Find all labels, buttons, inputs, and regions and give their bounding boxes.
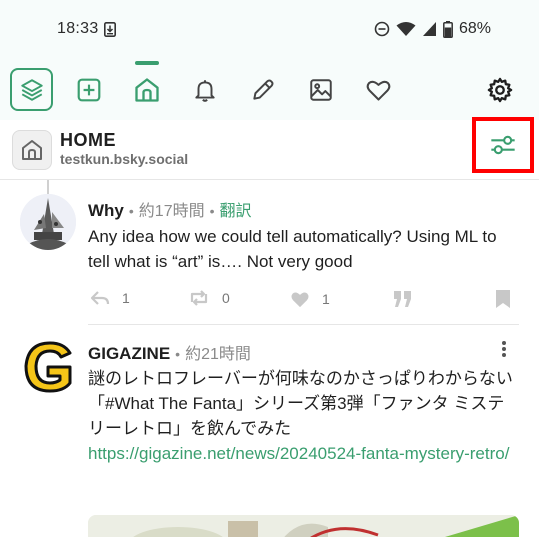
preview-photo — [88, 515, 519, 537]
repost-button[interactable]: 0 — [188, 290, 230, 306]
more-options-icon[interactable] — [500, 340, 508, 358]
layers-icon — [20, 78, 43, 101]
do-not-disturb-icon — [374, 21, 390, 37]
column-title: HOME — [60, 130, 116, 150]
bookmark-button[interactable] — [495, 290, 511, 308]
battery-percent: 68% — [458, 20, 491, 37]
home-icon — [22, 140, 42, 160]
avatar[interactable] — [20, 194, 76, 250]
column-account: testkun.bsky.social — [60, 151, 189, 167]
separator-dot: • — [209, 203, 215, 219]
add-column-button[interactable] — [67, 68, 111, 112]
reply-button[interactable]: 1 — [90, 290, 130, 306]
separator-dot: • — [175, 346, 181, 362]
main-toolbar — [0, 60, 539, 120]
thread-line — [47, 180, 49, 194]
quote-icon — [394, 291, 411, 307]
bell-icon — [195, 80, 215, 102]
reply-icon — [90, 291, 110, 305]
settings-button[interactable] — [478, 68, 522, 112]
heart-icon — [366, 80, 390, 101]
status-time: 18:33 — [57, 20, 99, 37]
post-author[interactable]: GIGAZINE — [88, 344, 170, 364]
post-author[interactable]: Why — [88, 201, 124, 221]
bookmark-icon — [496, 290, 510, 308]
separator-dot: • — [128, 203, 134, 219]
home-button[interactable] — [125, 68, 169, 112]
download-notification-icon — [104, 22, 116, 37]
post-link[interactable]: https://gigazine.net/news/20240524-fanta… — [88, 441, 518, 466]
column-header: HOME testkun.bsky.social — [0, 120, 539, 180]
link-preview-image[interactable] — [88, 515, 519, 537]
avatar[interactable] — [20, 339, 76, 395]
column-settings-button[interactable] — [472, 117, 534, 173]
status-bar: 18:33 68% — [0, 0, 539, 60]
media-button[interactable] — [299, 68, 343, 112]
gear-icon — [487, 77, 513, 103]
reply-count: 1 — [122, 290, 130, 306]
like-count: 1 — [322, 291, 330, 307]
translate-link[interactable]: 翻訳 — [220, 197, 252, 221]
home-icon — [135, 78, 159, 102]
post-time[interactable]: 約21時間 — [185, 340, 251, 364]
layers-button[interactable] — [10, 68, 53, 111]
heart-icon — [291, 292, 309, 308]
pencil-icon — [253, 79, 274, 100]
likes-button[interactable] — [356, 68, 400, 112]
column-home-avatar[interactable] — [12, 130, 52, 170]
post-actions: 1 0 1 — [88, 290, 518, 312]
battery-icon — [443, 20, 453, 38]
notifications-button[interactable] — [183, 68, 227, 112]
quote-button[interactable] — [393, 290, 413, 308]
post-text: 謎のレトロフレーバーが何味なのかさっぱりわからない「#What The Fant… — [88, 369, 513, 438]
repost-icon — [190, 290, 208, 306]
post-divider — [88, 324, 519, 325]
cell-signal-icon — [422, 22, 436, 36]
wifi-icon — [396, 22, 416, 36]
compose-button[interactable] — [241, 68, 285, 112]
like-button[interactable]: 1 — [290, 290, 330, 308]
gigazine-logo — [24, 341, 72, 393]
home-active-indicator — [135, 61, 159, 65]
post-text: Any idea how we could tell automatically… — [88, 227, 497, 271]
post-time[interactable]: 約17時間 — [139, 197, 205, 221]
status-icons: 68% — [374, 20, 491, 38]
post-header: Why • 約17時間 • 翻訳 — [88, 197, 252, 221]
plus-square-icon — [77, 78, 101, 102]
repost-count: 0 — [222, 290, 230, 306]
image-icon — [310, 79, 332, 101]
avatar-illustration — [20, 194, 76, 250]
sliders-icon — [491, 135, 515, 155]
post-header: GIGAZINE • 約21時間 — [88, 340, 251, 364]
